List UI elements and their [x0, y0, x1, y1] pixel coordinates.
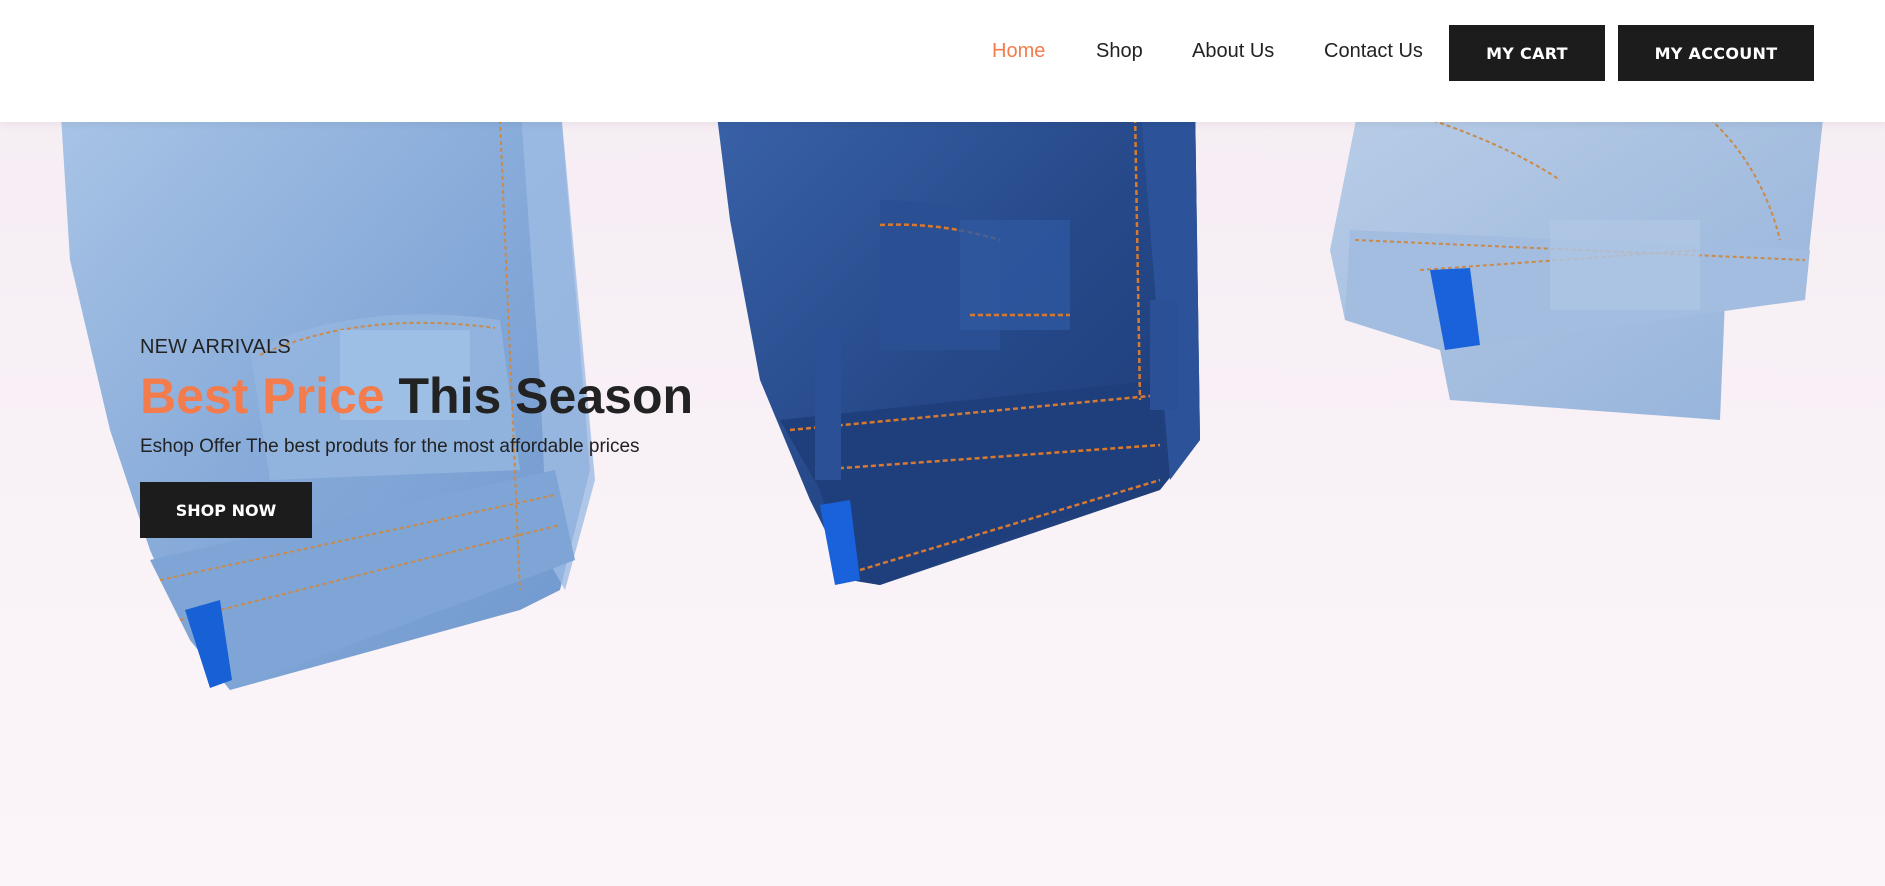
nav-link-about-us[interactable]: About Us [1192, 40, 1274, 63]
pale-jeans-right [1330, 100, 1825, 420]
hero-headline: Best Price This Season [140, 369, 693, 424]
my-account-button[interactable]: MY ACCOUNT [1618, 25, 1814, 81]
hero-headline-rest: This Season [398, 368, 694, 424]
nav-link-shop[interactable]: Shop [1096, 40, 1143, 63]
my-cart-button[interactable]: MY CART [1449, 25, 1605, 81]
site-header: Home Shop About Us Contact Us MY CART MY… [0, 0, 1885, 122]
hero-headline-accent: Best Price [140, 368, 385, 424]
dark-jeans-middle [715, 100, 1200, 585]
nav-link-contact-us[interactable]: Contact Us [1324, 40, 1423, 63]
shop-now-button[interactable]: SHOP NOW [140, 482, 312, 538]
page: Home Shop About Us Contact Us MY CART MY… [0, 0, 1885, 886]
nav-link-home[interactable]: Home [992, 40, 1045, 63]
hero-subline: Eshop Offer The best produts for the mos… [140, 436, 640, 457]
hero-eyebrow: NEW ARRIVALS [140, 336, 291, 358]
hero-content: NEW ARRIVALS Best Price This Season Esho… [140, 336, 693, 538]
